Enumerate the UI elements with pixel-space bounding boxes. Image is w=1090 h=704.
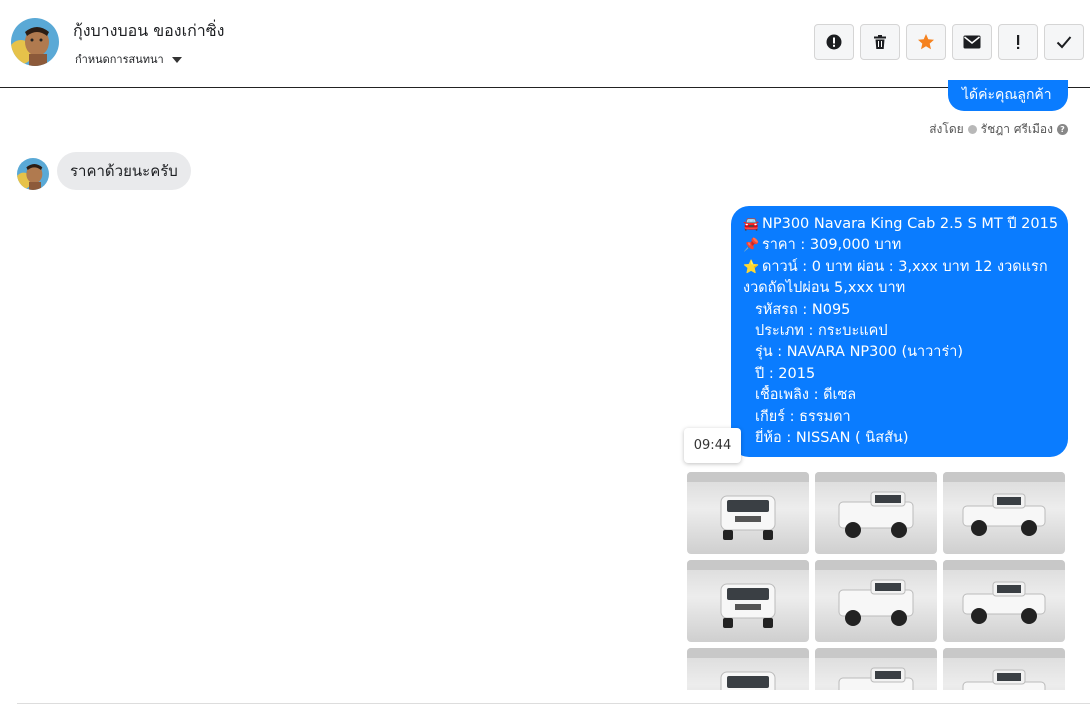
truck-front-right-photo[interactable]: [815, 560, 937, 642]
sent-by-name: รัชฎา ศรีเมือง: [980, 122, 1053, 136]
incoming-message-bubble[interactable]: ราคาด้วยนะครับ: [57, 152, 191, 190]
truck-front-photo[interactable]: [687, 472, 809, 554]
sent-by-info: ส่งโดย รัชฎา ศรีเมือง ?: [929, 120, 1068, 139]
message-line: รหัสรถ : N095: [743, 300, 1060, 321]
message-line-text: ราคา : 309,000 บาท: [762, 237, 902, 254]
emoji-icon: 🚘: [743, 217, 760, 232]
message-line: รุ่น : NAVARA NP300 (นาวาร่า): [743, 342, 1060, 363]
message-line-text: NP300 Navara King Cab 2.5 S MT ปี 2015: [762, 216, 1059, 232]
truck-interior-photo[interactable]: [943, 648, 1065, 690]
star-icon: [918, 34, 934, 50]
envelope-icon: [963, 35, 981, 49]
message-line-text: ประเภท : กระบะแคป: [755, 323, 888, 340]
message-line: ⭐ ดาวน์ : 0 บาท ผ่อน : 3,xxx บาท 12 งวดแร…: [743, 257, 1060, 278]
contact-avatar[interactable]: [11, 18, 59, 66]
emoji-icon: 📌: [743, 238, 760, 254]
assign-label: กำหนดการสนทนา: [75, 53, 164, 66]
help-icon[interactable]: ?: [1057, 124, 1068, 135]
message-line-text: เกียร์ : ธรรมดา: [755, 408, 851, 425]
message-line-text: ดาวน์ : 0 บาท ผ่อน : 3,xxx บาท 12 งวดแรก: [762, 258, 1048, 275]
assign-conversation-dropdown[interactable]: กำหนดการสนทนา: [75, 50, 182, 68]
message-line: ยี่ห้อ : NISSAN ( นิสสัน): [743, 428, 1060, 449]
message-line: 📌 ราคา : 309,000 บาท: [743, 235, 1060, 256]
message-line-text: ยี่ห้อ : NISSAN ( นิสสัน): [755, 430, 909, 447]
outgoing-message-bubble[interactable]: ได้ค่ะคุณลูกค้า: [948, 80, 1068, 111]
message-line: 🚘 NP300 Navara King Cab 2.5 S MT ปี 2015: [743, 214, 1060, 235]
truck-rear-photo[interactable]: [943, 472, 1065, 554]
message-line-text: รุ่น : NAVARA NP300 (นาวาร่า): [755, 344, 964, 361]
message-line-text: งวดถัดไปผ่อน 5,xxx บาท: [743, 280, 906, 297]
message-line: ปี : 2015: [743, 364, 1060, 385]
truck-side-photo[interactable]: [943, 560, 1065, 642]
caret-down-icon: [171, 56, 182, 63]
truck-rear-quarter-photo[interactable]: [815, 472, 937, 554]
emoji-icon: ⭐: [743, 259, 760, 275]
car-details-message-bubble[interactable]: 🚘 NP300 Navara King Cab 2.5 S MT ปี 2015 📌…: [731, 206, 1068, 457]
message-line: เกียร์ : ธรรมดา: [743, 407, 1060, 428]
mark-unread-button[interactable]: [952, 24, 992, 60]
trash-icon: [874, 35, 886, 49]
message-line-text: เชื้อเพลิง : ดีเซล: [755, 387, 857, 404]
message-line: เชื้อเพลิง : ดีเซล: [743, 385, 1060, 406]
check-icon: [1056, 36, 1072, 49]
message-line-text: รหัสรถ : N095: [755, 301, 851, 318]
mark-done-button[interactable]: [1044, 24, 1084, 60]
message-line-text: ปี : 2015: [755, 365, 816, 382]
contact-name: กุ้งบางบอน ของเก่าซิ่ง: [73, 21, 225, 40]
sent-by-label: ส่งโดย: [929, 122, 964, 136]
truck-rear-left-photo[interactable]: [687, 560, 809, 642]
delete-button[interactable]: [860, 24, 900, 60]
timestamp-tooltip: 09:44: [684, 428, 741, 463]
photo-attachment-grid: [687, 472, 1067, 690]
conversation-header: กุ้งบางบอน ของเก่าซิ่ง กำหนดการสนทนา: [0, 0, 1090, 88]
message-line: ประเภท : กระบะแคป: [743, 321, 1060, 342]
action-toolbar: [814, 24, 1084, 60]
star-button[interactable]: [906, 24, 946, 60]
exclamation-icon: [1017, 35, 1020, 49]
sender-avatar[interactable]: [17, 158, 49, 190]
alert-circle-icon: [826, 34, 842, 50]
follow-up-button[interactable]: [998, 24, 1038, 60]
agent-avatar-icon: [967, 125, 977, 134]
report-spam-button[interactable]: [814, 24, 854, 60]
truck-wheel-photo[interactable]: [815, 648, 937, 690]
message-line: งวดถัดไปผ่อน 5,xxx บาท: [743, 278, 1060, 299]
truck-side-top-photo[interactable]: [687, 648, 809, 690]
